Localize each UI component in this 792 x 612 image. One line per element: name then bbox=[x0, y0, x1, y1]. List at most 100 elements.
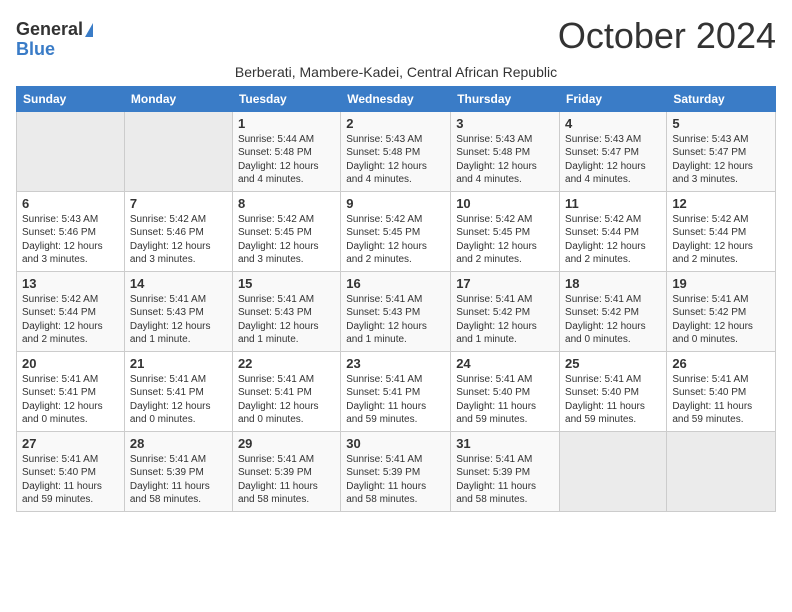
day-number: 26 bbox=[672, 356, 770, 371]
calendar-cell: 23Sunrise: 5:41 AM Sunset: 5:41 PM Dayli… bbox=[341, 351, 451, 431]
day-info: Sunrise: 5:41 AM Sunset: 5:40 PM Dayligh… bbox=[22, 453, 119, 507]
weekday-header-wednesday: Wednesday bbox=[341, 86, 451, 111]
day-info: Sunrise: 5:43 AM Sunset: 5:46 PM Dayligh… bbox=[22, 213, 119, 267]
day-info: Sunrise: 5:41 AM Sunset: 5:43 PM Dayligh… bbox=[346, 293, 445, 347]
calendar-cell: 24 Sunrise: 5:41 AM Sunset: 5:40 PM Dayli… bbox=[451, 351, 560, 431]
day-info: Sunrise: 5:43 AM Sunset: 5:48 PM Dayligh… bbox=[346, 133, 445, 187]
day-info: Sunrise: 5:41 AM Sunset: 5:43 PM Dayligh… bbox=[130, 293, 227, 347]
day-number: 12 bbox=[672, 196, 770, 211]
day-info: Sunrise: 5:41 AM Sunset: 5:39 PM Dayligh… bbox=[346, 453, 445, 507]
day-number: 2 bbox=[346, 116, 445, 131]
logo-blue-text: Blue bbox=[16, 40, 55, 60]
day-number: 24 bbox=[456, 356, 554, 371]
day-info: Sunrise: 5:41 AM Sunset: 5:41 PM Dayligh… bbox=[22, 373, 119, 427]
calendar-cell bbox=[667, 431, 776, 511]
weekday-header-saturday: Saturday bbox=[667, 86, 776, 111]
day-number: 27 bbox=[22, 436, 119, 451]
day-number: 10 bbox=[456, 196, 554, 211]
logo-general-text: General bbox=[16, 20, 83, 40]
month-title: October 2024 bbox=[558, 16, 776, 56]
calendar-week-1: 1Sunrise: 5:44 AM Sunset: 5:48 PM Daylig… bbox=[17, 111, 776, 191]
day-info: Sunrise: 5:42 AM Sunset: 5:46 PM Dayligh… bbox=[130, 213, 227, 267]
day-number: 8 bbox=[238, 196, 335, 211]
calendar-cell: 10 Sunrise: 5:42 AM Sunset: 5:45 PM Dayli… bbox=[451, 191, 560, 271]
day-info: Sunrise: 5:41 AM Sunset: 5:40 PM Dayligh… bbox=[565, 373, 661, 427]
day-info: Sunrise: 5:41 AM Sunset: 5:43 PM Dayligh… bbox=[238, 293, 335, 347]
calendar-cell: 8 Sunrise: 5:42 AM Sunset: 5:45 PM Daylig… bbox=[232, 191, 340, 271]
day-number: 6 bbox=[22, 196, 119, 211]
day-number: 19 bbox=[672, 276, 770, 291]
header: General Blue October 2024 bbox=[16, 16, 776, 60]
logo-icon bbox=[85, 23, 93, 37]
day-info: Sunrise: 5:41 AM Sunset: 5:39 PM Dayligh… bbox=[456, 453, 554, 507]
day-number: 9 bbox=[346, 196, 445, 211]
calendar-cell: 21Sunrise: 5:41 AM Sunset: 5:41 PM Dayli… bbox=[124, 351, 232, 431]
day-number: 21 bbox=[130, 356, 227, 371]
day-number: 17 bbox=[456, 276, 554, 291]
day-number: 7 bbox=[130, 196, 227, 211]
day-number: 22 bbox=[238, 356, 335, 371]
calendar-week-4: 20 Sunrise: 5:41 AM Sunset: 5:41 PM Dayli… bbox=[17, 351, 776, 431]
day-info: Sunrise: 5:42 AM Sunset: 5:44 PM Dayligh… bbox=[22, 293, 119, 347]
calendar-cell: 31 Sunrise: 5:41 AM Sunset: 5:39 PM Dayli… bbox=[451, 431, 560, 511]
day-info: Sunrise: 5:43 AM Sunset: 5:47 PM Dayligh… bbox=[565, 133, 661, 187]
calendar-cell: 2 Sunrise: 5:43 AM Sunset: 5:48 PM Daylig… bbox=[341, 111, 451, 191]
logo: General Blue bbox=[16, 20, 93, 60]
calendar-cell: 25 Sunrise: 5:41 AM Sunset: 5:40 PM Dayli… bbox=[560, 351, 667, 431]
calendar-cell: 1Sunrise: 5:44 AM Sunset: 5:48 PM Daylig… bbox=[232, 111, 340, 191]
day-info: Sunrise: 5:41 AM Sunset: 5:40 PM Dayligh… bbox=[456, 373, 554, 427]
day-number: 30 bbox=[346, 436, 445, 451]
calendar-week-3: 13 Sunrise: 5:42 AM Sunset: 5:44 PM Dayli… bbox=[17, 271, 776, 351]
calendar-cell bbox=[124, 111, 232, 191]
calendar-cell bbox=[17, 111, 125, 191]
calendar-cell: 26 Sunrise: 5:41 AM Sunset: 5:40 PM Dayli… bbox=[667, 351, 776, 431]
calendar-cell: 3Sunrise: 5:43 AM Sunset: 5:48 PM Daylig… bbox=[451, 111, 560, 191]
weekday-header-monday: Monday bbox=[124, 86, 232, 111]
weekday-header-row: SundayMondayTuesdayWednesdayThursdayFrid… bbox=[17, 86, 776, 111]
weekday-header-tuesday: Tuesday bbox=[232, 86, 340, 111]
calendar-cell: 5Sunrise: 5:43 AM Sunset: 5:47 PM Daylig… bbox=[667, 111, 776, 191]
day-number: 29 bbox=[238, 436, 335, 451]
calendar-week-5: 27 Sunrise: 5:41 AM Sunset: 5:40 PM Dayli… bbox=[17, 431, 776, 511]
day-info: Sunrise: 5:41 AM Sunset: 5:40 PM Dayligh… bbox=[672, 373, 770, 427]
calendar-week-2: 6 Sunrise: 5:43 AM Sunset: 5:46 PM Daylig… bbox=[17, 191, 776, 271]
weekday-header-thursday: Thursday bbox=[451, 86, 560, 111]
day-info: Sunrise: 5:42 AM Sunset: 5:44 PM Dayligh… bbox=[672, 213, 770, 267]
calendar-cell: 12 Sunrise: 5:42 AM Sunset: 5:44 PM Dayli… bbox=[667, 191, 776, 271]
day-number: 31 bbox=[456, 436, 554, 451]
subtitle: Berberati, Mambere-Kadei, Central Africa… bbox=[16, 64, 776, 80]
calendar-cell: 9 Sunrise: 5:42 AM Sunset: 5:45 PM Daylig… bbox=[341, 191, 451, 271]
day-number: 13 bbox=[22, 276, 119, 291]
day-info: Sunrise: 5:42 AM Sunset: 5:45 PM Dayligh… bbox=[456, 213, 554, 267]
calendar-cell: 18Sunrise: 5:41 AM Sunset: 5:42 PM Dayli… bbox=[560, 271, 667, 351]
day-info: Sunrise: 5:42 AM Sunset: 5:45 PM Dayligh… bbox=[238, 213, 335, 267]
day-info: Sunrise: 5:43 AM Sunset: 5:48 PM Dayligh… bbox=[456, 133, 554, 187]
calendar-cell: 19 Sunrise: 5:41 AM Sunset: 5:42 PM Dayli… bbox=[667, 271, 776, 351]
calendar-cell: 28Sunrise: 5:41 AM Sunset: 5:39 PM Dayli… bbox=[124, 431, 232, 511]
calendar-table: SundayMondayTuesdayWednesdayThursdayFrid… bbox=[16, 86, 776, 512]
day-info: Sunrise: 5:42 AM Sunset: 5:45 PM Dayligh… bbox=[346, 213, 445, 267]
calendar-cell: 11Sunrise: 5:42 AM Sunset: 5:44 PM Dayli… bbox=[560, 191, 667, 271]
calendar-cell: 13 Sunrise: 5:42 AM Sunset: 5:44 PM Dayli… bbox=[17, 271, 125, 351]
calendar-cell: 14Sunrise: 5:41 AM Sunset: 5:43 PM Dayli… bbox=[124, 271, 232, 351]
day-number: 20 bbox=[22, 356, 119, 371]
weekday-header-sunday: Sunday bbox=[17, 86, 125, 111]
day-number: 11 bbox=[565, 196, 661, 211]
day-info: Sunrise: 5:41 AM Sunset: 5:39 PM Dayligh… bbox=[238, 453, 335, 507]
calendar-cell: 7 Sunrise: 5:42 AM Sunset: 5:46 PM Daylig… bbox=[124, 191, 232, 271]
calendar-cell: 20 Sunrise: 5:41 AM Sunset: 5:41 PM Dayli… bbox=[17, 351, 125, 431]
day-info: Sunrise: 5:41 AM Sunset: 5:42 PM Dayligh… bbox=[672, 293, 770, 347]
calendar-cell: 17Sunrise: 5:41 AM Sunset: 5:42 PM Dayli… bbox=[451, 271, 560, 351]
day-info: Sunrise: 5:41 AM Sunset: 5:39 PM Dayligh… bbox=[130, 453, 227, 507]
day-number: 25 bbox=[565, 356, 661, 371]
day-number: 1 bbox=[238, 116, 335, 131]
calendar-cell: 4Sunrise: 5:43 AM Sunset: 5:47 PM Daylig… bbox=[560, 111, 667, 191]
day-info: Sunrise: 5:41 AM Sunset: 5:42 PM Dayligh… bbox=[565, 293, 661, 347]
calendar-cell: 15 Sunrise: 5:41 AM Sunset: 5:43 PM Dayli… bbox=[232, 271, 340, 351]
calendar-cell: 6 Sunrise: 5:43 AM Sunset: 5:46 PM Daylig… bbox=[17, 191, 125, 271]
calendar-cell bbox=[560, 431, 667, 511]
day-info: Sunrise: 5:43 AM Sunset: 5:47 PM Dayligh… bbox=[672, 133, 770, 187]
calendar-cell: 27 Sunrise: 5:41 AM Sunset: 5:40 PM Dayli… bbox=[17, 431, 125, 511]
calendar-cell: 22Sunrise: 5:41 AM Sunset: 5:41 PM Dayli… bbox=[232, 351, 340, 431]
day-number: 15 bbox=[238, 276, 335, 291]
